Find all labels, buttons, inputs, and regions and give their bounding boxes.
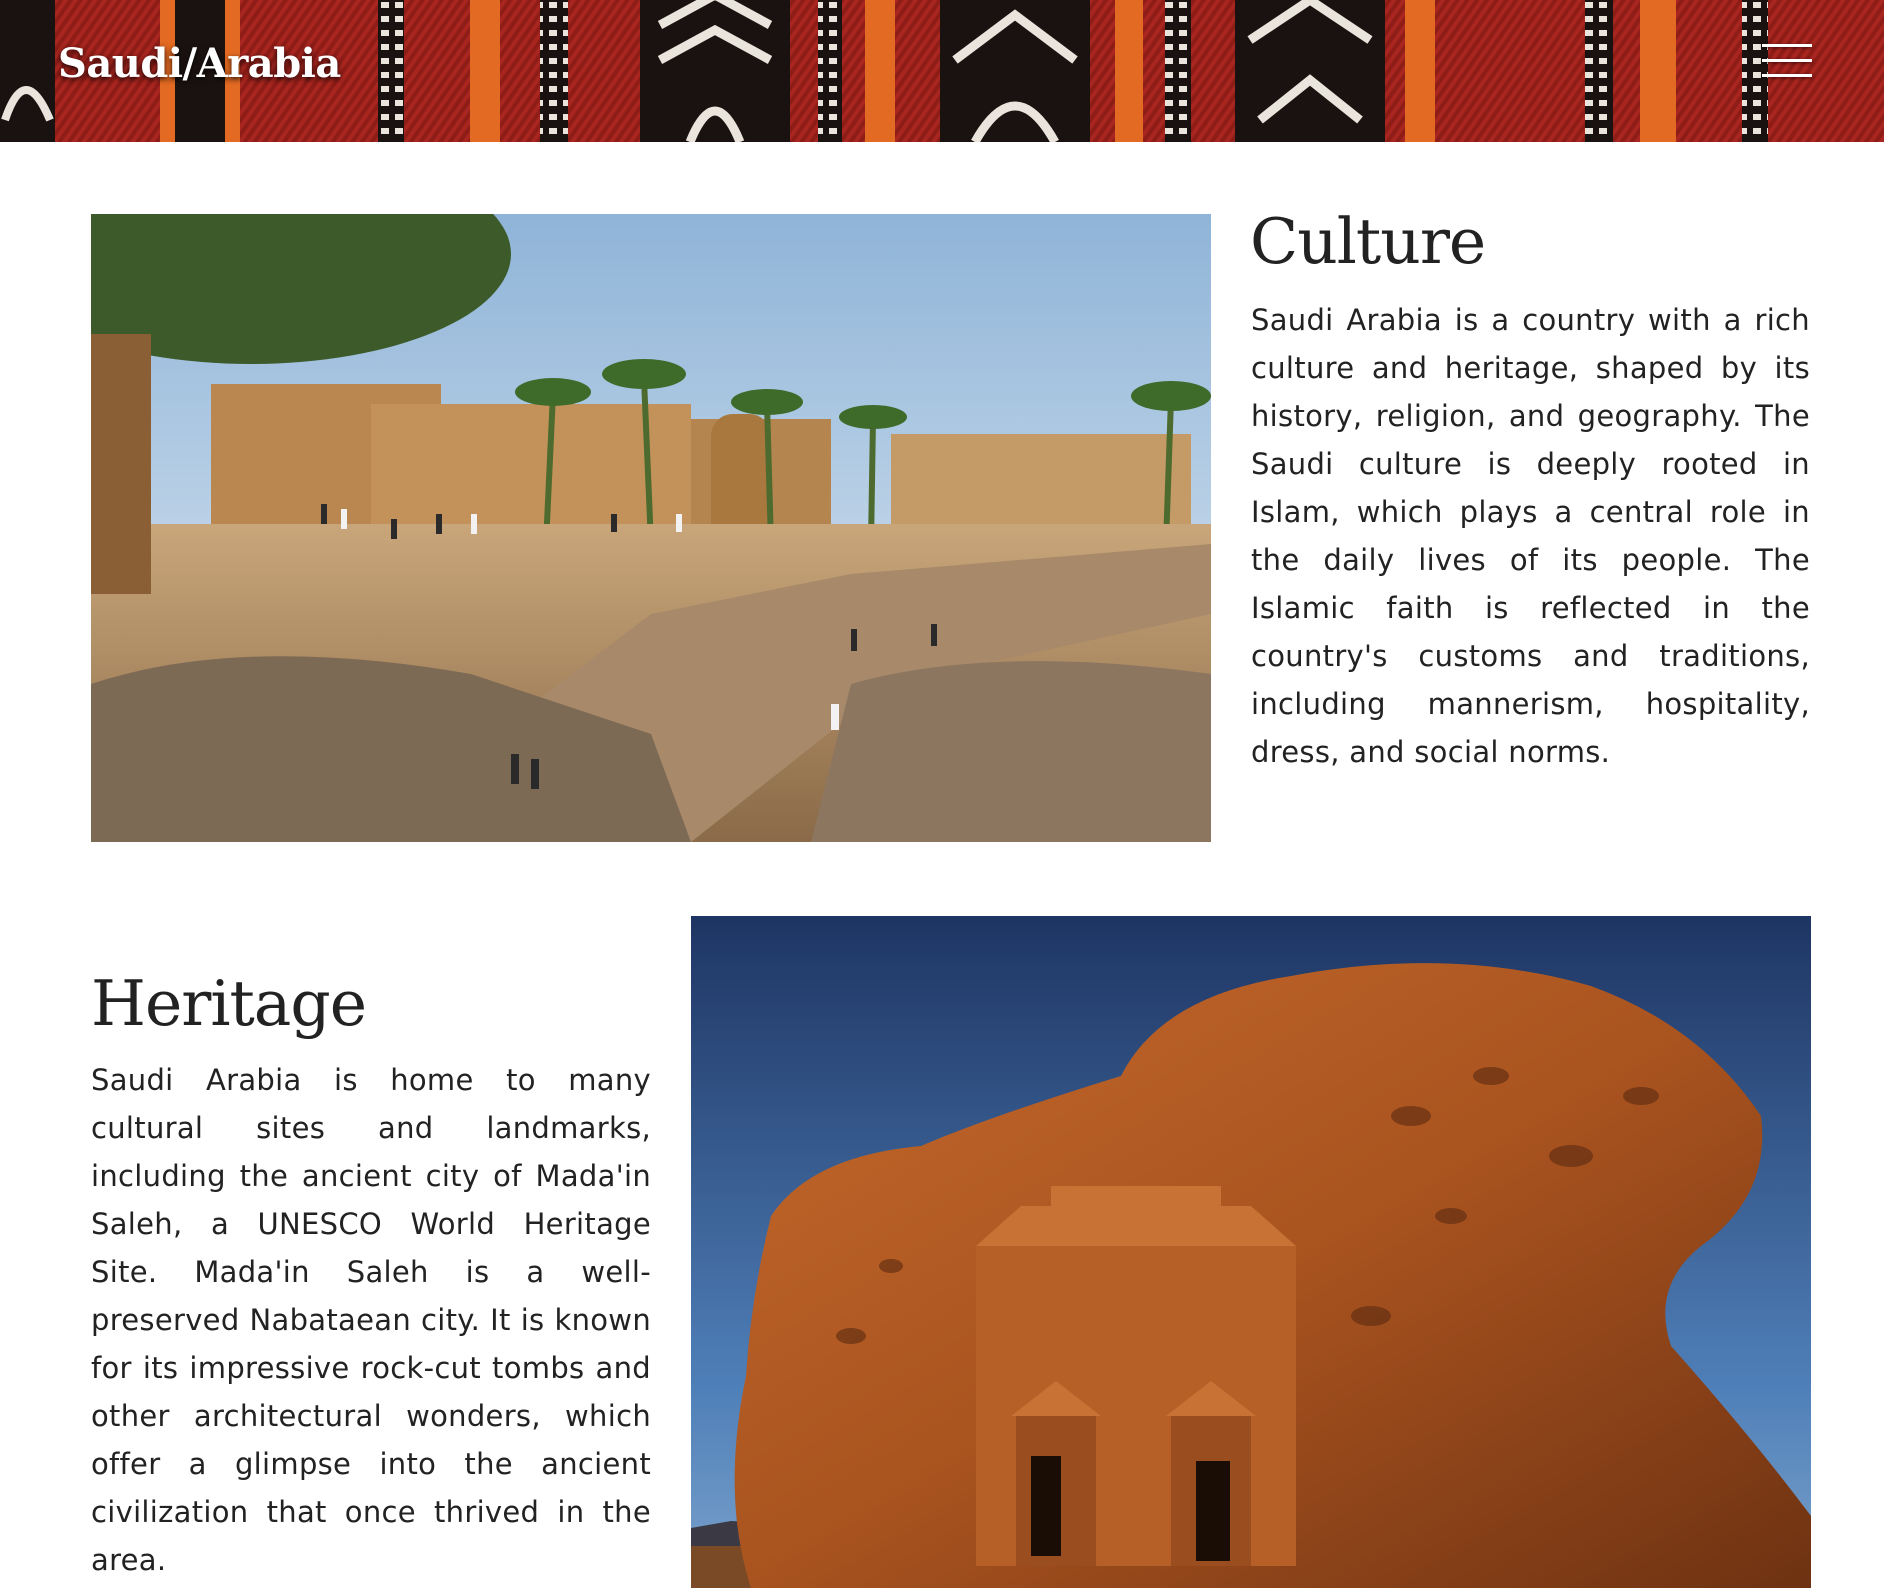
menu-bar [1762, 44, 1812, 47]
site-logo[interactable]: Saudi/Arabia [58, 40, 341, 87]
culture-paragraph: Saudi Arabia is a country with a rich cu… [1251, 303, 1810, 769]
menu-bar [1762, 59, 1812, 62]
culture-heading: Culture [1250, 205, 1486, 278]
menu-bar [1762, 74, 1812, 77]
heritage-paragraph: Saudi Arabia is home to many cultural si… [91, 1063, 651, 1577]
culture-image [91, 214, 1211, 842]
heritage-heading: Heritage [91, 967, 367, 1040]
site-header: Saudi/Arabia [0, 0, 1884, 142]
heritage-image [691, 916, 1811, 1588]
hamburger-menu-icon[interactable] [1762, 40, 1812, 82]
